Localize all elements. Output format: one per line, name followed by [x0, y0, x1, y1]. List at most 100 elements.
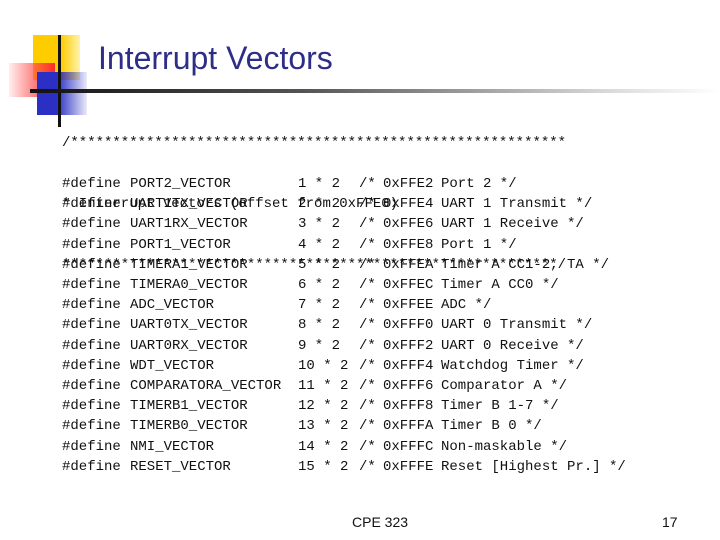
vector-name: COMPARATORA_VECTOR: [130, 378, 282, 395]
vector-value: 14 * 2: [298, 438, 349, 455]
vector-address: 0xFFE6: [383, 216, 434, 233]
vector-value: 6 * 2: [298, 277, 341, 294]
vector-name: TIMERB1_VECTOR: [130, 398, 248, 415]
define-keyword: #define: [62, 277, 121, 294]
vector-value: 13 * 2: [298, 418, 349, 435]
vector-address: 0xFFF8: [383, 398, 434, 415]
comment-open: /*: [359, 418, 376, 435]
define-keyword: #define: [62, 256, 121, 273]
vector-name: PORT2_VECTOR: [130, 176, 231, 192]
vector-description: Comparator A */: [441, 378, 568, 395]
comment-open: /*: [359, 337, 376, 354]
slide: Interrupt Vectors /*********************…: [0, 0, 720, 540]
define-row: #define TIMERB0_VECTOR 13 * 2 /* 0xFFFA Timer…: [62, 416, 626, 436]
vector-name: WDT_VECTOR: [130, 357, 215, 374]
comment-open: /*: [359, 317, 376, 334]
define-keyword: #define: [62, 236, 121, 253]
footer-course: CPE 323: [352, 514, 409, 530]
vector-description: Non-maskable */: [441, 438, 568, 455]
define-keyword: #define: [62, 176, 121, 192]
define-keyword: #define: [62, 196, 121, 213]
vector-value: 10 * 2: [298, 357, 349, 374]
comment-line: /***************************************…: [62, 135, 567, 152]
define-row: #define UART0TX_VECTOR 8 * 2 /* 0xFFF0 UART 0…: [62, 315, 626, 335]
slide-title: Interrupt Vectors: [98, 40, 333, 76]
vector-description: ADC */: [441, 297, 492, 314]
vector-address: 0xFFEA: [383, 256, 434, 273]
vector-value: 8 * 2: [298, 317, 341, 334]
vector-description: UART 1 Receive */: [441, 216, 584, 233]
vector-address: 0xFFEC: [383, 277, 434, 294]
define-row: #define TIMERA0_VECTOR 6 * 2 /* 0xFFEC Timer …: [62, 275, 626, 295]
comment-open: /*: [359, 277, 376, 294]
define-keyword: #define: [62, 378, 121, 395]
vector-value: 4 * 2: [298, 236, 341, 253]
comment-open: /*: [359, 216, 376, 233]
define-keyword: #define: [62, 398, 121, 415]
vector-description: Watchdog Timer */: [441, 357, 584, 374]
vector-description: Timer B 0 */: [441, 418, 542, 435]
vector-address: 0xFFFA: [383, 418, 434, 435]
define-row: #define WDT_VECTOR 10 * 2 /* 0xFFF4 Watchdog …: [62, 356, 626, 376]
vector-description: Port 1 */: [441, 236, 517, 253]
comment-open: /*: [359, 176, 376, 192]
vector-description: Timer A CC0 */: [441, 277, 559, 294]
define-keyword: #define: [62, 297, 121, 314]
vector-name: TIMERA1_VECTOR: [130, 256, 248, 273]
comment-open: /*: [359, 458, 376, 475]
define-keyword: #define: [62, 418, 121, 435]
comment-open: /*: [359, 196, 376, 213]
vector-value: 7 * 2: [298, 297, 341, 314]
define-row: #define PORT1_VECTOR 4 * 2 /* 0xFFE8 Port 1 *…: [62, 235, 626, 255]
comment-open: /*: [359, 357, 376, 374]
decor-vertical-line: [58, 35, 61, 127]
vector-address: 0xFFF0: [383, 317, 434, 334]
define-keyword: #define: [62, 317, 121, 334]
comment-open: /*: [359, 438, 376, 455]
vector-address: 0xFFFE: [383, 458, 434, 475]
vector-name: ADC_VECTOR: [130, 297, 215, 314]
comment-open: /*: [359, 378, 376, 395]
page-number: 17: [662, 514, 678, 530]
define-row: #define ADC_VECTOR 7 * 2 /* 0xFFEE ADC */: [62, 295, 626, 315]
comment-open: /*: [359, 256, 376, 273]
define-keyword: #define: [62, 438, 121, 455]
vector-name: UART1TX_VECTOR: [130, 196, 248, 213]
vector-address: 0xFFF6: [383, 378, 434, 395]
vector-name: UART0TX_VECTOR: [130, 317, 248, 334]
vector-value: 2 * 2: [298, 196, 341, 213]
comment-open: /*: [359, 297, 376, 314]
define-row: #define UART1RX_VECTOR 3 * 2 /* 0xFFE6 UART 1…: [62, 214, 626, 234]
vector-name: PORT1_VECTOR: [130, 236, 231, 253]
vector-address: 0xFFEE: [383, 297, 434, 314]
vector-name: TIMERA0_VECTOR: [130, 277, 248, 294]
vector-value: 11 * 2: [298, 378, 349, 395]
vector-description: Port 2 */: [441, 176, 517, 192]
vector-description: Reset [Highest Pr.] */: [441, 458, 626, 475]
vector-value: 15 * 2: [298, 458, 349, 475]
comment-open: /*: [359, 398, 376, 415]
define-row: #define COMPARATORA_VECTOR 11 * 2 /* 0xFFF6 C…: [62, 376, 626, 396]
vector-description: UART 1 Transmit */: [441, 196, 593, 213]
define-list: #define PORT2_VECTOR 1 * 2 /* 0xFFE2 Port 2 *…: [62, 174, 626, 477]
comment-open: /*: [359, 236, 376, 253]
define-keyword: #define: [62, 216, 121, 233]
vector-name: UART0RX_VECTOR: [130, 337, 248, 354]
vector-address: 0xFFF4: [383, 357, 434, 374]
define-keyword: #define: [62, 458, 121, 475]
vector-value: 3 * 2: [298, 216, 341, 233]
define-row: #define UART0RX_VECTOR 9 * 2 /* 0xFFF2 UART 0…: [62, 336, 626, 356]
vector-address: 0xFFE2: [383, 176, 434, 192]
vector-name: NMI_VECTOR: [130, 438, 215, 455]
vector-address: 0xFFF2: [383, 337, 434, 354]
vector-name: TIMERB0_VECTOR: [130, 418, 248, 435]
define-row: #define RESET_VECTOR 15 * 2 /* 0xFFFE Reset […: [62, 457, 626, 477]
define-row: #define TIMERB1_VECTOR 12 * 2 /* 0xFFF8 Timer…: [62, 396, 626, 416]
vector-address: 0xFFFC: [383, 438, 434, 455]
vector-description: Timer A CC1-2, TA */: [441, 256, 610, 273]
vector-name: RESET_VECTOR: [130, 458, 231, 475]
vector-description: UART 0 Receive */: [441, 337, 584, 354]
vector-value: 5 * 2: [298, 256, 341, 273]
vector-name: UART1RX_VECTOR: [130, 216, 248, 233]
define-keyword: #define: [62, 357, 121, 374]
